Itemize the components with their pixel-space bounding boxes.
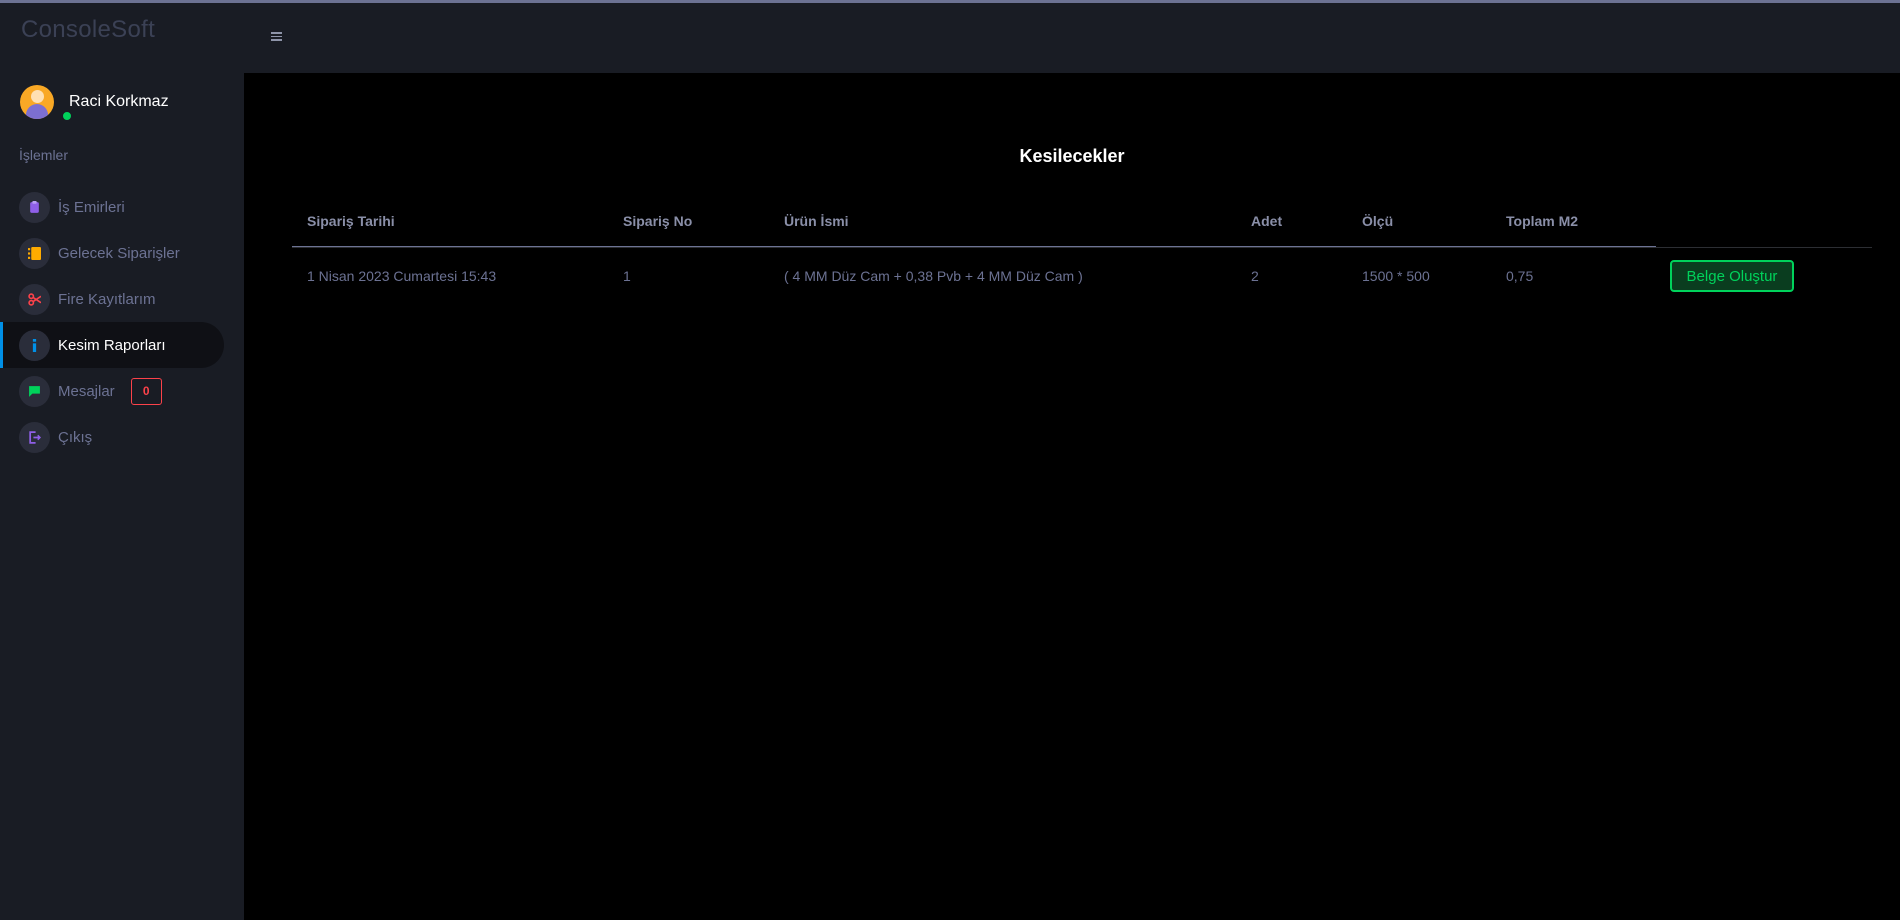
column-header-product: Ürün İsmi (784, 213, 849, 229)
sidebar-item-label: Gelecek Siparişler (58, 244, 180, 262)
brand-logo[interactable]: ConsoleSoft (21, 16, 155, 44)
sidebar-item-label: Fire Kayıtlarım (58, 290, 156, 308)
cell-total-m2: 0,75 (1506, 268, 1534, 284)
scissors-icon (19, 283, 50, 315)
orders-table: Sipariş Tarihi Sipariş No Ürün İsmi Adet… (292, 199, 1872, 306)
page-title: Kesilecekler (1019, 146, 1125, 166)
info-icon (19, 329, 50, 361)
clipboard-icon (19, 191, 50, 223)
user-profile[interactable]: Raci Korkmaz (20, 84, 169, 121)
cell-order-no: 1 (623, 268, 631, 284)
sidebar-item-mesajlar[interactable]: Mesajlar 0 (0, 368, 224, 414)
message-count-badge: 0 (130, 377, 162, 405)
table-row: 1 Nisan 2023 Cumartesi 15:43 1 ( 4 MM Dü… (292, 247, 1872, 306)
cell-product: ( 4 MM Düz Cam + 0,38 Pvb + 4 MM Düz Cam… (784, 268, 1083, 284)
top-navbar (244, 3, 1900, 73)
menu-toggle-icon[interactable] (271, 31, 283, 43)
sidebar-item-cikis[interactable]: Çıkış (0, 414, 224, 460)
sidebar-item-label: İş Emirleri (58, 198, 125, 216)
column-header-size: Ölçü (1362, 213, 1394, 229)
sidebar: ConsoleSoft Raci Korkmaz İşlemler İş Emi… (0, 3, 244, 920)
user-name: Raci Korkmaz (69, 93, 169, 110)
list-icon (19, 237, 50, 269)
online-status-dot (62, 111, 72, 121)
sidebar-item-label: Kesim Raporları (58, 336, 166, 354)
sidebar-item-is-emirleri[interactable]: İş Emirleri (0, 184, 224, 230)
column-header-order-no: Sipariş No (623, 213, 693, 229)
avatar (20, 85, 54, 119)
cell-size: 1500 * 500 (1362, 268, 1430, 284)
sidebar-item-label: Çıkış (58, 428, 93, 446)
sidebar-item-label: Mesajlar (58, 382, 115, 400)
nav-section-label: İşlemler (19, 147, 69, 163)
create-document-button[interactable]: Belge Oluştur (1670, 260, 1794, 292)
sidebar-item-fire-kayitlarim[interactable]: Fire Kayıtlarım (0, 276, 224, 322)
column-header-date: Sipariş Tarihi (307, 213, 395, 229)
column-header-total-m2: Toplam M2 (1506, 213, 1579, 229)
table-header: Sipariş Tarihi Sipariş No Ürün İsmi Adet… (292, 199, 1872, 247)
main-content: Kesilecekler Sipariş Tarihi Sipariş No Ü… (244, 73, 1900, 920)
sidebar-nav: İş Emirleri Gelecek Siparişler Fire Kayı… (0, 184, 244, 460)
sidebar-item-gelecek-siparisler[interactable]: Gelecek Siparişler (0, 230, 224, 276)
cell-qty: 2 (1251, 268, 1259, 284)
column-header-qty: Adet (1251, 213, 1283, 229)
sidebar-item-kesim-raporlari[interactable]: Kesim Raporları (0, 322, 224, 368)
logout-icon (19, 421, 50, 453)
cell-date: 1 Nisan 2023 Cumartesi 15:43 (307, 268, 497, 284)
chat-icon (19, 375, 50, 407)
